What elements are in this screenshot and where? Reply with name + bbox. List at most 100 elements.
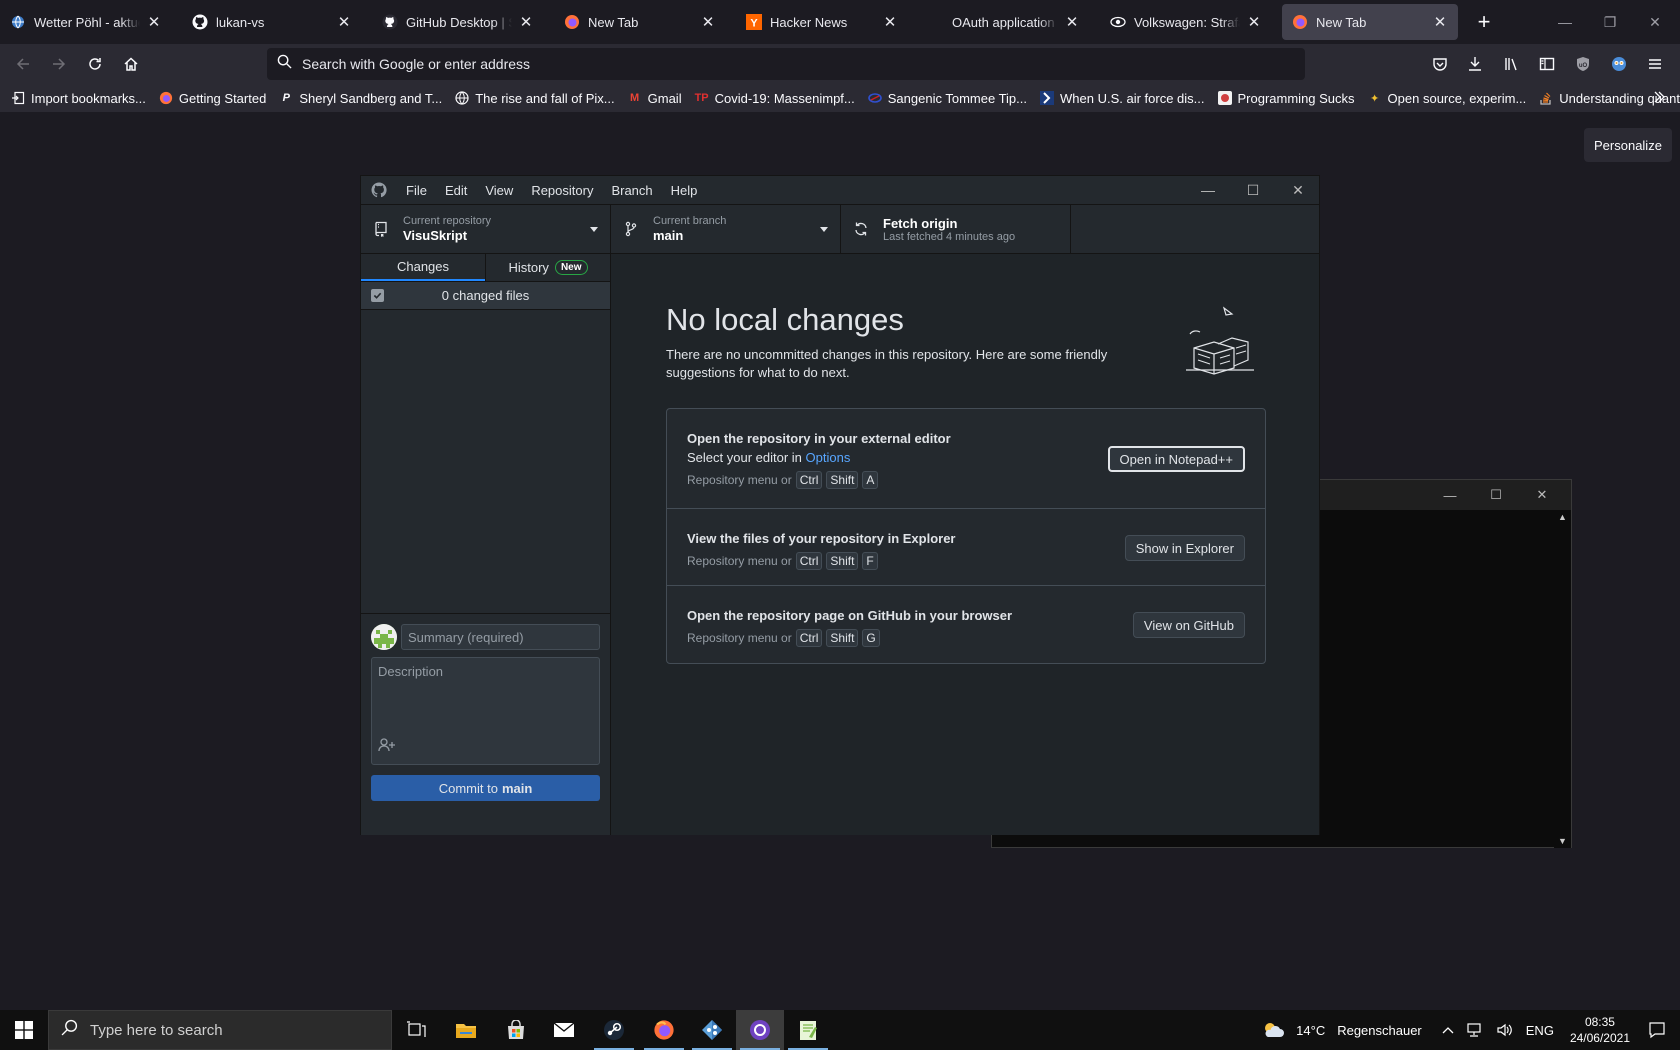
taskbar-search-input[interactable] [90, 1021, 391, 1039]
extension-icon[interactable] [1604, 50, 1634, 78]
view-on-github-button[interactable]: View on GitHub [1132, 612, 1245, 638]
bookmark-item[interactable]: The rise and fall of Pix... [454, 90, 615, 106]
forward-icon[interactable] [44, 50, 74, 78]
show-in-explorer-button[interactable]: Show in Explorer [1124, 535, 1245, 561]
commit-prefix: Commit to [438, 780, 498, 796]
menu-edit[interactable]: Edit [436, 183, 476, 198]
taskbar-search[interactable] [48, 1010, 392, 1050]
close-icon[interactable]: ✕ [336, 14, 352, 31]
notification-icon[interactable] [1648, 1021, 1666, 1039]
browser-tab[interactable]: Wetter Pöhl - aktuelle Wettervorhersage … [0, 4, 172, 40]
firefox-icon[interactable] [640, 1010, 688, 1050]
bookmark-item[interactable]: Programming Sucks [1217, 90, 1355, 106]
bookmark-item[interactable]: TP Covid-19: Massenimpf... [694, 90, 855, 106]
open-in-editor-button[interactable]: Open in Notepad++ [1107, 446, 1245, 472]
bookmark-item[interactable]: Sangenic Tommee Tip... [867, 90, 1027, 106]
browser-tab[interactable]: OAuth application authorized ✕ [918, 4, 1090, 40]
bookmark-label: When U.S. air force dis... [1060, 90, 1205, 106]
close-icon[interactable]: ✕ [1519, 480, 1565, 510]
github-desktop-icon[interactable] [736, 1010, 784, 1050]
close-icon[interactable]: ✕ [1432, 14, 1448, 31]
volume-icon[interactable] [1496, 1022, 1514, 1038]
minimize-icon[interactable]: ― [1427, 480, 1473, 510]
double-chevron-icon[interactable] [1652, 90, 1666, 109]
store-icon[interactable] [492, 1010, 540, 1050]
task-view-icon[interactable] [392, 1010, 440, 1050]
browser-tab[interactable]: lukan-vs ✕ [182, 4, 362, 40]
clock[interactable]: 08:35 24/06/2021 [1570, 1014, 1630, 1046]
windows-start-icon[interactable] [0, 1010, 48, 1050]
scroll-down-icon[interactable]: ▼ [1558, 836, 1567, 846]
tab-history[interactable]: History New [485, 254, 610, 281]
minimize-icon[interactable]: ― [1545, 8, 1585, 36]
minimize-icon[interactable]: ― [1185, 176, 1231, 204]
url-bar[interactable] [267, 48, 1305, 80]
add-coauthor-icon[interactable] [378, 737, 396, 758]
summary-input[interactable] [401, 624, 600, 650]
home-icon[interactable] [116, 50, 146, 78]
select-all-checkbox[interactable] [371, 289, 384, 302]
browser-tab[interactable]: Volkswagen: Strafantrag ✕ [1100, 4, 1272, 40]
chevron-up-icon[interactable] [1442, 1026, 1454, 1034]
file-explorer-icon[interactable] [442, 1010, 490, 1050]
restore-icon[interactable]: ❐ [1590, 8, 1630, 36]
weather-text[interactable]: Regenschauer [1337, 1023, 1422, 1038]
menu-repository[interactable]: Repository [522, 183, 602, 198]
console-scrollbar[interactable]: ▲ ▼ [1554, 510, 1571, 848]
menu-help[interactable]: Help [662, 183, 707, 198]
weather-temperature[interactable]: 14°C [1296, 1023, 1325, 1038]
current-repository-dropdown[interactable]: Current repository VisuSkript [361, 205, 611, 253]
mail-icon[interactable] [540, 1010, 588, 1050]
avatar [371, 624, 397, 650]
download-icon[interactable] [1460, 50, 1490, 78]
menu-branch[interactable]: Branch [602, 183, 661, 198]
close-icon[interactable]: ✕ [1275, 176, 1321, 204]
bookmark-item[interactable]: ✦ Open source, experim... [1367, 90, 1526, 106]
close-icon[interactable]: ✕ [146, 14, 162, 31]
sidebar-icon[interactable] [1532, 50, 1562, 78]
bookmark-item[interactable]: Getting Started [158, 90, 266, 106]
pocket-icon[interactable] [1425, 50, 1455, 78]
weather-cloud-icon[interactable] [1262, 1021, 1285, 1039]
options-link[interactable]: Options [806, 450, 851, 465]
notepadplusplus-icon[interactable] [784, 1010, 832, 1050]
library-icon[interactable] [1497, 50, 1527, 78]
fetch-origin-button[interactable]: Fetch origin Last fetched 4 minutes ago [841, 205, 1071, 253]
language-indicator[interactable]: ENG [1526, 1023, 1554, 1038]
menu-icon[interactable] [1640, 50, 1670, 78]
changes-sidebar: Changes History New 0 changed files Commi… [361, 254, 611, 835]
close-icon[interactable]: ✕ [1064, 14, 1080, 31]
maximize-icon[interactable]: ☐ [1230, 176, 1276, 204]
steam-icon[interactable] [590, 1010, 638, 1050]
close-icon[interactable]: ✕ [882, 14, 898, 31]
close-icon[interactable]: ✕ [1246, 14, 1262, 31]
browser-tab[interactable]: Y Hacker News ✕ [736, 4, 908, 40]
bookmark-item[interactable]: When U.S. air force dis... [1039, 90, 1205, 106]
browser-tab[interactable]: New Tab ✕ [554, 4, 726, 40]
browser-navbar: uO [0, 44, 1680, 84]
reload-icon[interactable] [80, 50, 110, 78]
browser-tab-active[interactable]: New Tab ✕ [1282, 4, 1458, 40]
menu-view[interactable]: View [476, 183, 522, 198]
new-tab-button[interactable]: + [1472, 8, 1496, 36]
git-icon[interactable] [688, 1010, 736, 1050]
current-branch-dropdown[interactable]: Current branch main [611, 205, 841, 253]
ublock-icon[interactable]: uO [1568, 50, 1598, 78]
description-input[interactable] [372, 658, 599, 738]
tab-changes[interactable]: Changes [361, 254, 485, 281]
bookmark-item[interactable]: Import bookmarks... [10, 90, 146, 106]
network-icon[interactable] [1466, 1022, 1484, 1038]
url-input[interactable] [302, 56, 1305, 72]
close-icon[interactable]: ✕ [518, 14, 534, 31]
menu-file[interactable]: File [397, 183, 436, 198]
close-window-icon[interactable]: ✕ [1635, 8, 1675, 36]
maximize-icon[interactable]: ☐ [1473, 480, 1519, 510]
browser-tab[interactable]: GitHub Desktop | Simple collaboration ✕ [372, 4, 544, 40]
scroll-up-icon[interactable]: ▲ [1558, 512, 1567, 522]
back-icon[interactable] [8, 50, 38, 78]
close-icon[interactable]: ✕ [700, 14, 716, 31]
personalize-button[interactable]: Personalize [1584, 128, 1672, 162]
commit-button[interactable]: Commit to main [371, 775, 600, 801]
bookmark-item[interactable]: P Sheryl Sandberg and T... [278, 90, 443, 106]
bookmark-item[interactable]: M Gmail [627, 90, 682, 106]
